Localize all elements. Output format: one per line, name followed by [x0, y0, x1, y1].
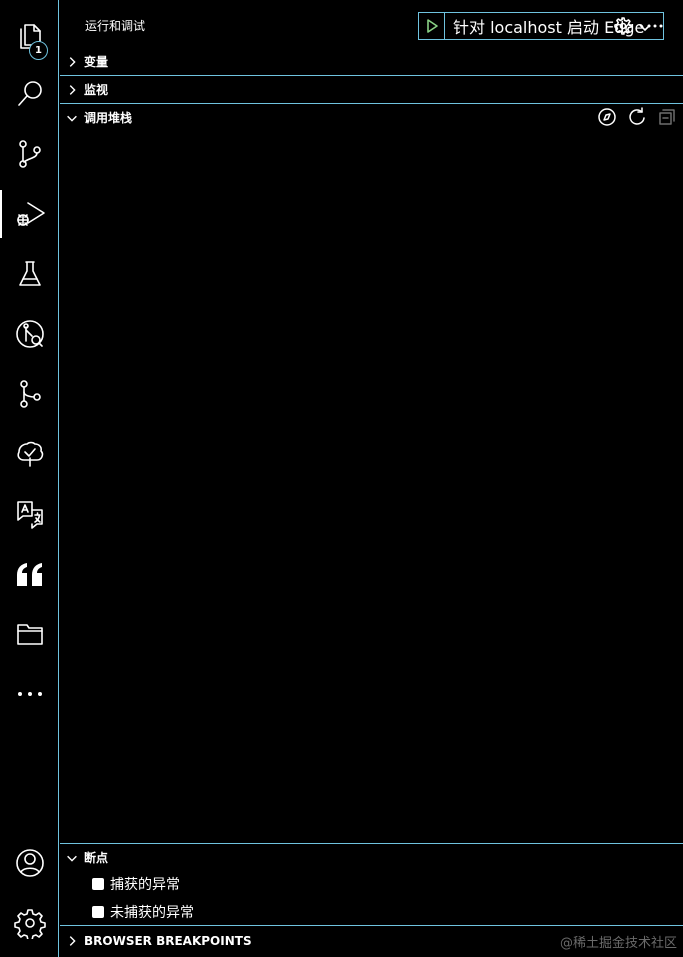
quote-icon	[16, 563, 42, 586]
section-call-stack-label: 调用堆栈	[84, 111, 133, 125]
breakpoint-caught-exceptions[interactable]: 捕获的异常	[92, 874, 180, 894]
translate-icon	[16, 501, 43, 529]
open-launch-json-button[interactable]	[612, 15, 634, 37]
checkbox[interactable]	[92, 906, 104, 918]
activity-more[interactable]	[0, 664, 59, 724]
section-watch-label: 监视	[84, 83, 109, 97]
activity-translate[interactable]	[0, 484, 59, 544]
explorer-badge: 1	[29, 41, 48, 60]
gitlens-icon	[15, 320, 44, 348]
section-variables[interactable]: 变量	[60, 48, 683, 75]
panel-title: 运行和调试	[85, 19, 146, 33]
start-debugging-button[interactable]	[419, 13, 445, 39]
attach-button[interactable]	[592, 106, 622, 128]
section-breakpoints-label: 断点	[84, 851, 109, 865]
breakpoint-uncaught-exceptions[interactable]: 未捕获的异常	[92, 902, 194, 922]
more-actions-button[interactable]	[644, 15, 666, 37]
section-watch[interactable]: 监视	[60, 76, 683, 103]
debug-icon	[16, 202, 45, 226]
activity-manage[interactable]	[0, 893, 59, 953]
collapse-all-button[interactable]	[652, 106, 682, 128]
watermark: @稀土掘金技术社区	[559, 936, 677, 951]
source-control-icon	[18, 140, 41, 168]
git-graph-icon	[19, 380, 41, 408]
tree-check-icon	[16, 441, 43, 467]
refresh-button[interactable]	[622, 106, 652, 128]
play-icon	[426, 19, 438, 33]
vscode-window: 1 运行和调试 针对 localhost 启动 Edge 变量 监视 调用堆栈 …	[0, 0, 683, 957]
compass-icon	[598, 108, 616, 126]
activity-folder[interactable]	[0, 604, 59, 664]
ellipsis-icon	[647, 24, 663, 28]
section-browser-breakpoints-label: BROWSER BREAKPOINTS	[84, 933, 252, 948]
ellipsis-icon	[17, 692, 42, 696]
gear-icon	[13, 909, 46, 939]
refresh-icon	[629, 107, 645, 125]
activity-explorer[interactable]: 1	[0, 6, 59, 66]
activity-testing[interactable]	[0, 244, 59, 304]
beaker-icon	[18, 261, 41, 286]
section-breakpoints[interactable]: 断点	[60, 844, 683, 871]
activity-quotes[interactable]	[0, 544, 59, 604]
chevron-down-icon	[60, 104, 84, 131]
activity-run-debug[interactable]	[0, 184, 59, 244]
folder-icon	[16, 624, 43, 645]
activity-search[interactable]	[0, 64, 59, 124]
chevron-right-icon	[60, 927, 84, 954]
chevron-right-icon	[60, 76, 84, 103]
breakpoint-label: 未捕获的异常	[110, 905, 194, 921]
breakpoint-label: 捕获的异常	[110, 877, 180, 893]
checkbox[interactable]	[92, 878, 104, 890]
activity-accounts[interactable]	[0, 833, 59, 893]
search-icon	[17, 81, 42, 106]
section-call-stack[interactable]: 调用堆栈	[60, 104, 683, 131]
activity-tree-view[interactable]	[0, 424, 59, 484]
run-debug-panel: 运行和调试 针对 localhost 启动 Edge 变量 监视 调用堆栈 断点…	[60, 0, 683, 957]
activity-bar: 1	[0, 0, 59, 957]
activity-gitlens[interactable]	[0, 304, 59, 364]
chevron-down-icon	[60, 844, 84, 871]
activity-git-graph[interactable]	[0, 364, 59, 424]
collapse-all-icon	[659, 109, 675, 125]
section-variables-label: 变量	[84, 55, 109, 69]
divider	[60, 925, 683, 926]
account-icon	[15, 849, 44, 877]
activity-source-control[interactable]	[0, 124, 59, 184]
chevron-right-icon	[60, 48, 84, 75]
gear-icon	[614, 17, 632, 35]
call-stack-toolbar	[592, 106, 682, 128]
